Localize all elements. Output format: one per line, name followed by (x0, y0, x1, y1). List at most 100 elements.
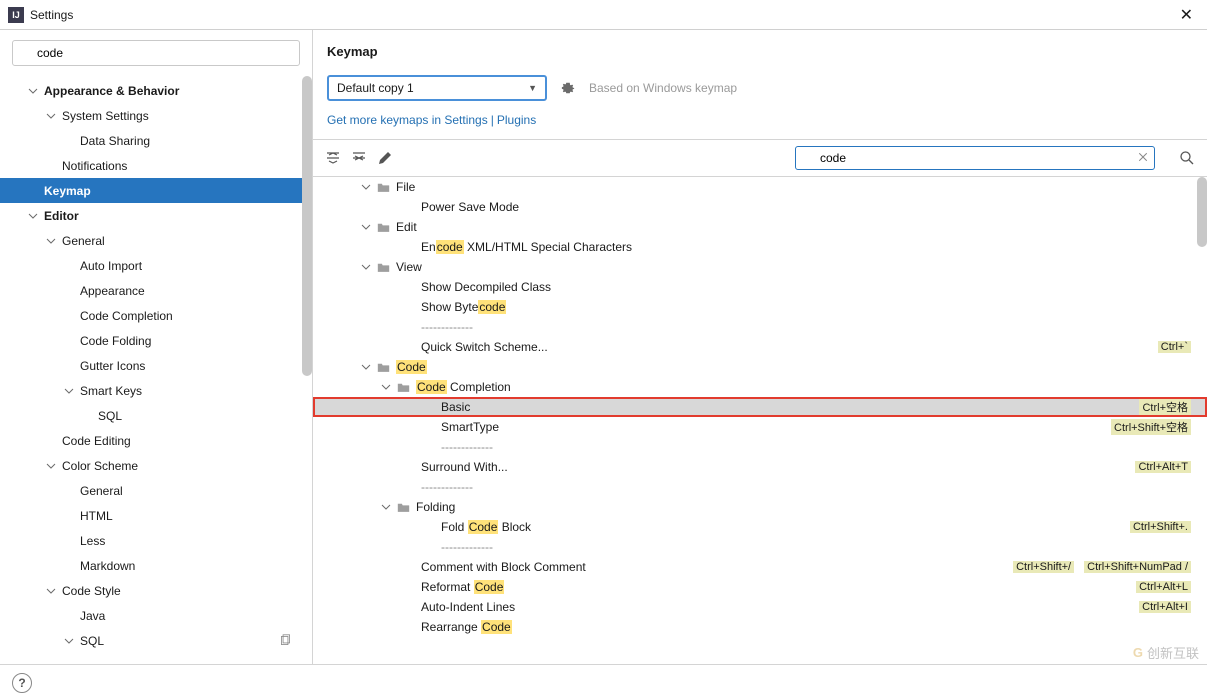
settings-sidebar: Appearance & Behavior System Settings Data… (0, 30, 313, 664)
separator: ------------- (421, 320, 473, 334)
chevron-down-icon (28, 86, 38, 96)
sidebar-scrollbar[interactable] (302, 76, 312, 664)
get-keymaps-settings-link[interactable]: Get more keymaps in Settings (327, 113, 488, 127)
keymap-row[interactable]: Reformat CodeCtrl+Alt+L (313, 577, 1207, 597)
bottombar: ? (0, 664, 1207, 700)
expand-all-icon[interactable] (325, 150, 341, 166)
sidebar-item-smart-keys[interactable]: Smart Keys (0, 378, 312, 403)
sidebar-item-keymap[interactable]: Keymap (0, 178, 312, 203)
chevron-down-icon (28, 211, 38, 221)
chevron-down-icon (46, 586, 56, 596)
sidebar-item-general[interactable]: General (0, 228, 312, 253)
keymap-action-label: Basic (441, 400, 470, 414)
get-keymaps-plugins-link[interactable]: Plugins (497, 113, 536, 127)
keymap-row[interactable]: Rearrange Code (313, 617, 1207, 637)
keymap-action-label: Show Bytecode (421, 300, 506, 314)
chevron-down-icon (46, 111, 56, 121)
keymap-row[interactable]: Surround With...Ctrl+Alt+T (313, 457, 1207, 477)
sidebar-item-system-settings[interactable]: System Settings (0, 103, 312, 128)
sidebar-item-html[interactable]: HTML (0, 503, 312, 528)
sidebar-item-code-folding[interactable]: Code Folding (0, 328, 312, 353)
sidebar-item-label: Editor (44, 209, 79, 223)
keymap-row[interactable]: ------------- (313, 477, 1207, 497)
shortcut-badge: Ctrl+Shift+NumPad / (1084, 561, 1191, 573)
keymap-action-label: Encode XML/HTML Special Characters (421, 240, 632, 254)
shortcut-badge: Ctrl+Shift+/ (1013, 561, 1074, 573)
keymap-row[interactable]: Auto-Indent LinesCtrl+Alt+I (313, 597, 1207, 617)
folder-icon (377, 361, 390, 373)
keymap-tree[interactable]: File Power Save Mode Edit Encode XML/HTML S… (313, 177, 1207, 664)
clear-icon[interactable] (1137, 151, 1149, 163)
sidebar-item-sql[interactable]: SQL (0, 403, 312, 428)
chevron-down-icon (361, 262, 371, 272)
shortcut-group: Ctrl+` (1158, 341, 1191, 353)
sidebar-item-label: Smart Keys (80, 384, 142, 398)
keymap-folder-label: Code Completion (416, 380, 511, 394)
close-icon[interactable]: ✕ (1174, 5, 1199, 25)
sidebar-item-gutter-icons[interactable]: Gutter Icons (0, 353, 312, 378)
keymap-row[interactable]: ------------- (313, 537, 1207, 557)
sidebar-item-color-scheme[interactable]: Color Scheme (0, 453, 312, 478)
keymap-row[interactable]: Code Completion (313, 377, 1207, 397)
sidebar-item-label: Gutter Icons (80, 359, 145, 373)
keymap-row[interactable]: Power Save Mode (313, 197, 1207, 217)
keymap-action-label: Rearrange Code (421, 620, 512, 634)
sidebar-search-input[interactable] (12, 40, 300, 66)
sidebar-item-appearance[interactable]: Appearance (0, 278, 312, 303)
sidebar-item-label: Auto Import (80, 259, 142, 273)
keymap-action-label: Power Save Mode (421, 200, 519, 214)
shortcut-group: Ctrl+Shift+. (1130, 521, 1191, 533)
sidebar-item-notifications[interactable]: Notifications (0, 153, 312, 178)
keymap-row[interactable]: Folding (313, 497, 1207, 517)
sidebar-item-code-editing[interactable]: Code Editing (0, 428, 312, 453)
shortcut-group: Ctrl+空格 (1139, 399, 1191, 415)
sidebar-item-java[interactable]: Java (0, 603, 312, 628)
keymap-action-label: Show Decompiled Class (421, 280, 551, 294)
sidebar-item-label: Keymap (44, 184, 91, 198)
sidebar-item-label: System Settings (62, 109, 149, 123)
sidebar-item-data-sharing[interactable]: Data Sharing (0, 128, 312, 153)
app-icon: IJ (8, 7, 24, 23)
keymap-row[interactable]: Basic Ctrl+空格 (313, 397, 1207, 417)
collapse-all-icon[interactable] (351, 150, 367, 166)
sidebar-item-appearance-behavior[interactable]: Appearance & Behavior (0, 78, 312, 103)
keymap-row[interactable]: ------------- (313, 437, 1207, 457)
settings-content: Keymap Default copy 1 ▼ Based on Windows… (313, 30, 1207, 664)
keymap-row[interactable]: Code (313, 357, 1207, 377)
sidebar-item-general[interactable]: General (0, 478, 312, 503)
find-shortcut-icon[interactable] (1179, 150, 1195, 166)
keymap-row[interactable]: Quick Switch Scheme... Ctrl+` (313, 337, 1207, 357)
chevron-down-icon (361, 182, 371, 192)
keymap-row[interactable]: Encode XML/HTML Special Characters (313, 237, 1207, 257)
settings-tree[interactable]: Appearance & Behavior System Settings Data… (0, 76, 312, 664)
sidebar-item-code-completion[interactable]: Code Completion (0, 303, 312, 328)
gear-icon[interactable] (561, 81, 575, 95)
keymap-action-label: Reformat Code (421, 580, 504, 594)
chevron-down-icon (46, 461, 56, 471)
keymap-action-label: Quick Switch Scheme... (421, 340, 548, 354)
sidebar-item-code-style[interactable]: Code Style (0, 578, 312, 603)
sidebar-item-auto-import[interactable]: Auto Import (0, 253, 312, 278)
keymap-row[interactable]: Comment with Block CommentCtrl+Shift+/Ct… (313, 557, 1207, 577)
shortcut-group: Ctrl+Alt+T (1135, 461, 1191, 473)
edit-icon[interactable] (377, 150, 393, 166)
sidebar-item-sql[interactable]: SQL (0, 628, 312, 653)
help-icon[interactable]: ? (12, 673, 32, 693)
separator: ------------- (421, 480, 473, 494)
sidebar-item-editor[interactable]: Editor (0, 203, 312, 228)
keymap-row[interactable]: File (313, 177, 1207, 197)
page-title: Keymap (327, 44, 1193, 59)
keymap-row[interactable]: Edit (313, 217, 1207, 237)
keymap-row[interactable]: Fold Code BlockCtrl+Shift+. (313, 517, 1207, 537)
keymap-row[interactable]: Show Bytecode (313, 297, 1207, 317)
sidebar-item-label: Color Scheme (62, 459, 138, 473)
keymap-row[interactable]: View (313, 257, 1207, 277)
sidebar-item-label: Code Folding (80, 334, 151, 348)
keymap-search-input[interactable] (795, 146, 1155, 170)
keymap-row[interactable]: ------------- (313, 317, 1207, 337)
sidebar-item-less[interactable]: Less (0, 528, 312, 553)
keymap-select[interactable]: Default copy 1 ▼ (327, 75, 547, 101)
keymap-row[interactable]: Show Decompiled Class (313, 277, 1207, 297)
keymap-row[interactable]: SmartTypeCtrl+Shift+空格 (313, 417, 1207, 437)
sidebar-item-markdown[interactable]: Markdown (0, 553, 312, 578)
